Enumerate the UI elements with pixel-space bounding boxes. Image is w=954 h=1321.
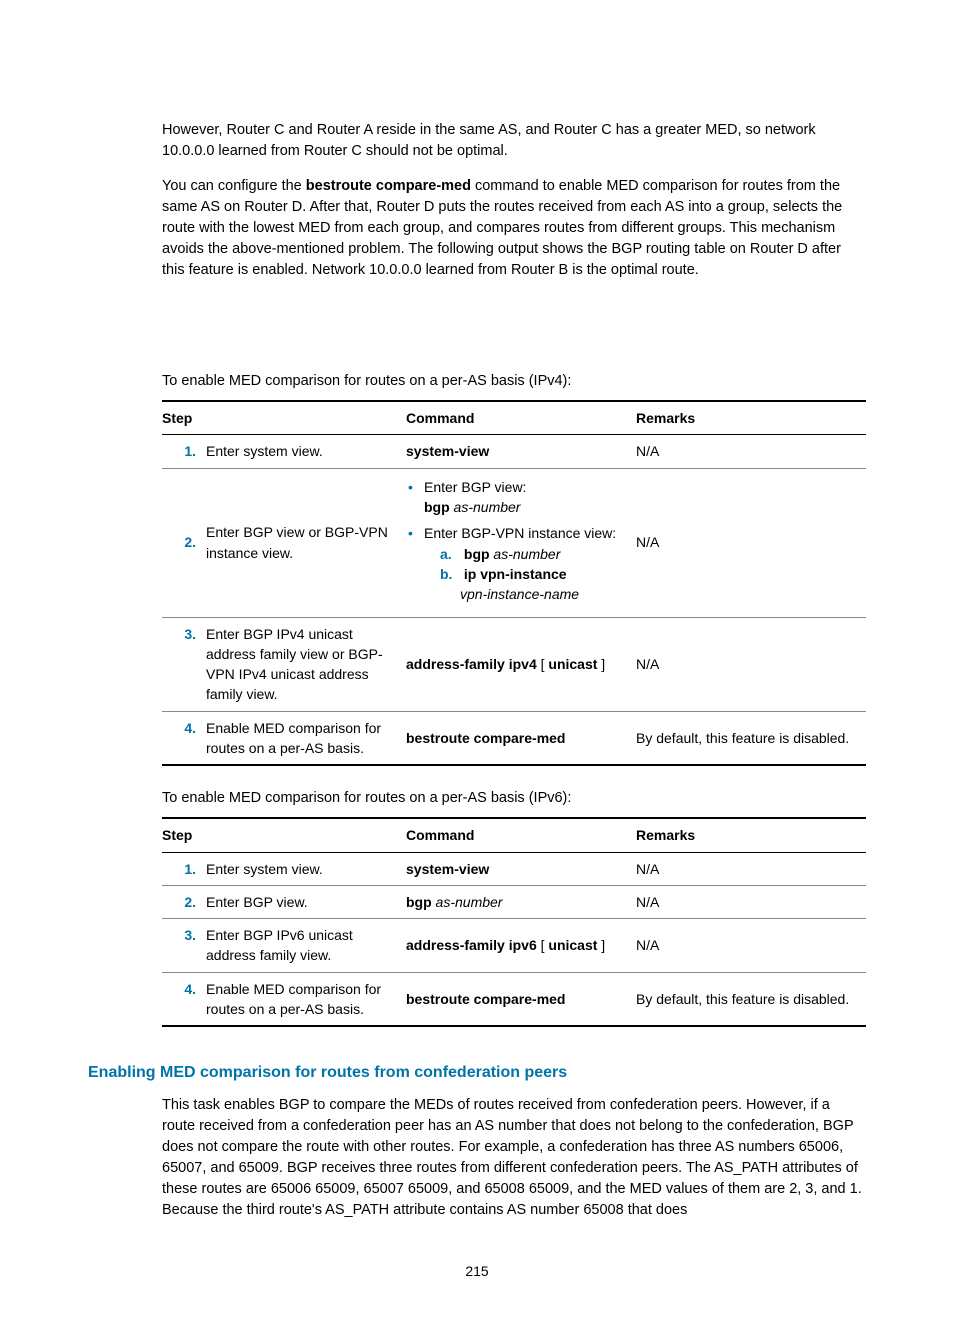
table-intro-ipv4: To enable MED comparison for routes on a… [162, 371, 866, 392]
command-cell: bgp as-number [406, 885, 636, 918]
command-keyword: unicast [548, 656, 597, 672]
command-cell: address-family ipv4 [ unicast ] [406, 617, 636, 711]
command-keyword: bgp [424, 499, 450, 515]
header-remarks: Remarks [636, 401, 866, 435]
step-text: Enter BGP IPv6 unicast address family vi… [206, 919, 406, 973]
header-command: Command [406, 401, 636, 435]
step-number: 4. [162, 972, 206, 1026]
command-cell: address-family ipv6 [ unicast ] [406, 919, 636, 973]
remarks-cell: N/A [636, 617, 866, 711]
remarks-cell: By default, this feature is disabled. [636, 972, 866, 1026]
step-text: Enter BGP view. [206, 885, 406, 918]
table-row: 3. Enter BGP IPv4 unicast address family… [162, 617, 866, 711]
step-number: 2. [162, 468, 206, 617]
step-text: Enter BGP view or BGP-VPN instance view. [206, 468, 406, 617]
procedure-table-ipv4: Step Command Remarks 1. Enter system vie… [162, 400, 866, 766]
step-text: Enable MED comparison for routes on a pe… [206, 711, 406, 765]
remarks-cell: N/A [636, 468, 866, 617]
step-text: Enter system view. [206, 852, 406, 885]
command-arg: vpn-instance-name [440, 586, 579, 602]
intro-paragraph-1: However, Router C and Router A reside in… [162, 120, 866, 162]
bullet-item: Enter BGP view: bgp as-number [424, 477, 630, 518]
header-step: Step [162, 401, 406, 435]
text: ] [597, 656, 605, 672]
step-text: Enter BGP IPv4 unicast address family vi… [206, 617, 406, 711]
command-cell: bestroute compare-med [406, 711, 636, 765]
table-row: 2. Enter BGP view. bgp as-number N/A [162, 885, 866, 918]
text: ] [597, 937, 605, 953]
command-arg: as-number [490, 546, 561, 562]
page-number: 215 [88, 1261, 866, 1281]
command-cell: Enter BGP view: bgp as-number Enter BGP-… [406, 468, 636, 617]
step-text: Enable MED comparison for routes on a pe… [206, 972, 406, 1026]
header-step: Step [162, 818, 406, 852]
sub-step: b. ip vpn-instance vpn-instance-name [424, 564, 630, 605]
step-number: 1. [162, 435, 206, 468]
command-keyword: system-view [406, 861, 489, 877]
table-row: 3. Enter BGP IPv6 unicast address family… [162, 919, 866, 973]
command-keyword: ip vpn-instance [464, 566, 567, 582]
table-header-row: Step Command Remarks [162, 818, 866, 852]
step-number: 3. [162, 617, 206, 711]
command-keyword: bgp [406, 894, 432, 910]
remarks-cell: N/A [636, 435, 866, 468]
step-number: 3. [162, 919, 206, 973]
step-text: Enter system view. [206, 435, 406, 468]
table-row: 1. Enter system view. system-view N/A [162, 435, 866, 468]
command-keyword: bgp [464, 546, 490, 562]
remarks-cell: N/A [636, 885, 866, 918]
section-heading-confederation: Enabling MED comparison for routes from … [88, 1061, 866, 1084]
text: Enter BGP view: [424, 479, 526, 495]
bullet-item: Enter BGP-VPN instance view: a. bgp as-n… [424, 523, 630, 604]
table-row: 2. Enter BGP view or BGP-VPN instance vi… [162, 468, 866, 617]
table-row: 1. Enter system view. system-view N/A [162, 852, 866, 885]
table-row: 4. Enable MED comparison for routes on a… [162, 972, 866, 1026]
remarks-cell: N/A [636, 852, 866, 885]
step-number: 1. [162, 852, 206, 885]
command-keyword: bestroute compare-med [406, 730, 565, 746]
command-cell: bestroute compare-med [406, 972, 636, 1026]
header-command: Command [406, 818, 636, 852]
command-cell: system-view [406, 852, 636, 885]
command-keyword: bestroute compare-med [306, 178, 471, 194]
text: You can configure the [162, 178, 306, 194]
table-header-row: Step Command Remarks [162, 401, 866, 435]
step-number: 4. [162, 711, 206, 765]
remarks-cell: N/A [636, 919, 866, 973]
text: [ [537, 937, 549, 953]
text: Enter BGP-VPN instance view: [424, 525, 616, 541]
command-arg: as-number [432, 894, 503, 910]
command-keyword: address-family ipv4 [406, 656, 537, 672]
table-row: 4. Enable MED comparison for routes on a… [162, 711, 866, 765]
remarks-cell: By default, this feature is disabled. [636, 711, 866, 765]
confederation-paragraph: This task enables BGP to compare the MED… [162, 1095, 866, 1221]
command-keyword: address-family ipv6 [406, 937, 537, 953]
command-keyword: bestroute compare-med [406, 991, 565, 1007]
command-cell: system-view [406, 435, 636, 468]
step-number: 2. [162, 885, 206, 918]
procedure-table-ipv6: Step Command Remarks 1. Enter system vie… [162, 817, 866, 1027]
table-intro-ipv6: To enable MED comparison for routes on a… [162, 788, 866, 809]
substep-label: b. [440, 564, 460, 584]
sub-step: a. bgp as-number [424, 544, 630, 564]
text: [ [537, 656, 549, 672]
substep-label: a. [440, 544, 460, 564]
header-remarks: Remarks [636, 818, 866, 852]
command-arg: as-number [450, 499, 521, 515]
intro-paragraph-2: You can configure the bestroute compare-… [162, 176, 866, 281]
command-keyword: unicast [548, 937, 597, 953]
command-keyword: system-view [406, 443, 489, 459]
